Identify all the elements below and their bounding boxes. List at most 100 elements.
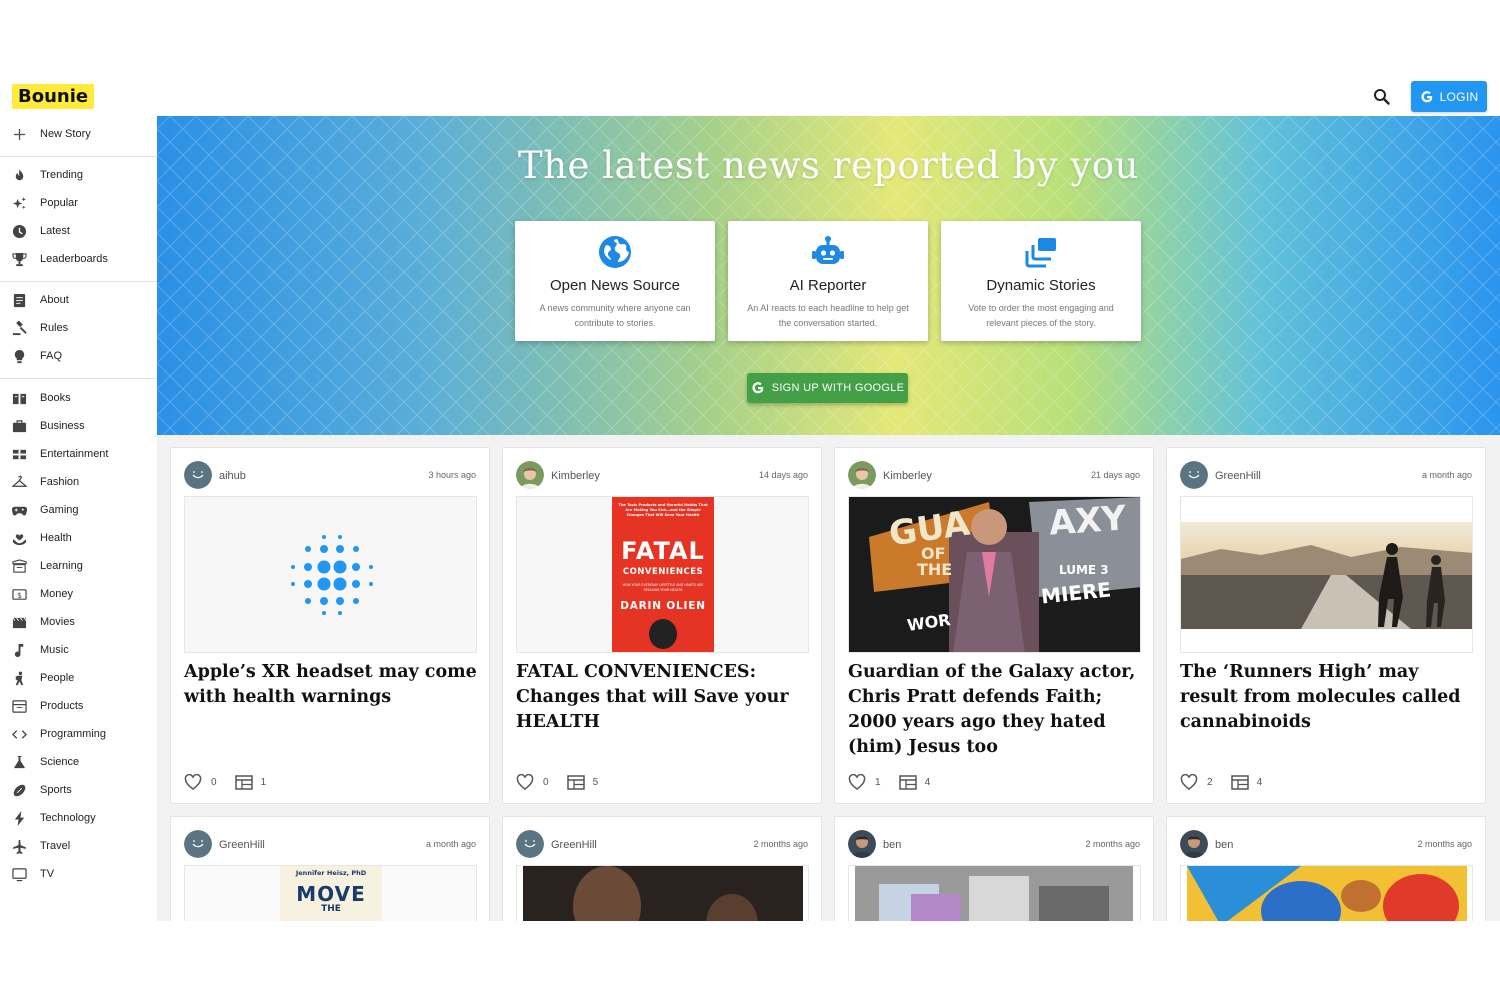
feature-description: Vote to order the most engaging and rele… [968, 303, 1114, 328]
sidebar-item-technology[interactable]: Technology [0, 804, 157, 832]
clock-icon [12, 224, 27, 239]
sidebar-item-people[interactable]: People [0, 664, 157, 692]
avatar[interactable] [1180, 830, 1208, 858]
heart-outline-icon [184, 774, 202, 790]
sidebar-item-entertainment[interactable]: Entertainment [0, 440, 157, 468]
sidebar-item-trending[interactable]: Trending [0, 161, 157, 189]
like-button[interactable]: 1 [848, 774, 881, 790]
sidebar-item-leaderboards[interactable]: Leaderboards [0, 245, 157, 273]
story-image[interactable] [1180, 496, 1473, 653]
author-name[interactable]: ben [1215, 839, 1233, 851]
portrait-photo [523, 866, 803, 921]
sidebar-item-sports[interactable]: Sports [0, 776, 157, 804]
like-button[interactable]: 0 [516, 774, 549, 790]
story-card[interactable]: GreenHill a month ago Jennifer Heisz, Ph… [170, 816, 490, 921]
story-image[interactable]: The Toxic Products and Harmful Habits Th… [516, 496, 809, 653]
sidebar-item-label: TV [40, 868, 55, 880]
story-stats: 1 4 [848, 773, 930, 791]
like-button[interactable]: 2 [1180, 774, 1213, 790]
post-time: 2 months ago [1085, 839, 1140, 849]
book-title-line2: THE [321, 904, 341, 914]
story-count-indicator: 5 [566, 774, 598, 790]
sidebar-item-label: Products [40, 700, 84, 712]
story-card[interactable]: aihub 3 hours ago Apple’s XR headset may… [170, 447, 490, 804]
sidebar-item-about[interactable]: About [0, 286, 157, 314]
story-image[interactable]: GUA AXY OF THE LUME 3 MIERE WOR [848, 496, 1141, 653]
avatar[interactable] [848, 461, 876, 489]
like-button[interactable]: 0 [184, 774, 217, 790]
story-count: 1 [260, 776, 267, 788]
sidebar-item-health[interactable]: Health [0, 524, 157, 552]
sidebar-item-products[interactable]: Products [0, 692, 157, 720]
sidebar-item-latest[interactable]: Latest [0, 217, 157, 245]
trophy-icon [12, 252, 27, 267]
post-time: a month ago [1421, 470, 1472, 480]
sidebar-item-label: Programming [40, 728, 107, 740]
story-title[interactable]: Guardian of the Galaxy actor, Chris Prat… [848, 660, 1143, 760]
sidebar-item-music[interactable]: Music [0, 636, 157, 664]
story-card[interactable]: ben 2 months ago [1166, 816, 1486, 921]
author-name[interactable]: Kimberley [551, 470, 600, 482]
feature-title: Open News Source [549, 277, 681, 294]
author-name[interactable]: GreenHill [219, 839, 265, 851]
story-card[interactable]: Kimberley 21 days ago GUA AXY OF THE LUM… [834, 447, 1154, 804]
sidebar-item-new-story[interactable]: New Story [0, 120, 157, 148]
login-label: LOGIN [1439, 89, 1479, 104]
sidebar-item-science[interactable]: Science [0, 748, 157, 776]
search-icon[interactable] [1370, 85, 1394, 109]
story-image[interactable] [848, 865, 1141, 921]
login-button[interactable]: LOGIN [1411, 81, 1487, 112]
sidebar-item-label: Sports [40, 784, 72, 796]
signup-google-button[interactable]: SIGN UP WITH GOOGLE [747, 373, 908, 403]
story-title[interactable]: Apple’s XR headset may come with health … [184, 660, 479, 710]
story-card[interactable]: ben 2 months ago [834, 816, 1154, 921]
avatar[interactable] [516, 461, 544, 489]
story-image[interactable] [1180, 865, 1473, 921]
sidebar-item-tv[interactable]: TV [0, 860, 157, 888]
story-card[interactable]: Kimberley 14 days ago The Toxic Products… [502, 447, 822, 804]
author-name[interactable]: GreenHill [1215, 470, 1261, 482]
story-card[interactable]: GreenHill 2 months ago [502, 816, 822, 921]
top-bar: Bounie LOGIN [0, 78, 1500, 116]
sidebar-item-money[interactable]: $ Money [0, 580, 157, 608]
story-image[interactable]: Jennifer Heisz, PhD MOVE THE [184, 865, 477, 921]
sidebar-item-travel[interactable]: Travel [0, 832, 157, 860]
avatar[interactable] [848, 830, 876, 858]
story-title[interactable]: FATAL CONVENIENCES: Changes that will Sa… [516, 660, 811, 735]
bounie-logo[interactable]: Bounie [12, 84, 95, 109]
sidebar-item-label: About [40, 294, 69, 306]
sidebar-item-learning[interactable]: Learning [0, 552, 157, 580]
avatar[interactable] [516, 830, 544, 858]
story-card[interactable]: GreenHill a month ago The ‘Runners High’… [1166, 447, 1486, 804]
post-time: 21 days ago [1090, 470, 1140, 480]
app-frame: Bounie LOGIN New Story Trending Popular … [0, 78, 1500, 921]
fire-icon [15, 168, 24, 181]
sidebar-item-popular[interactable]: Popular [0, 189, 157, 217]
story-image[interactable] [184, 496, 477, 653]
sidebar-item-business[interactable]: Business [0, 412, 157, 440]
author-name[interactable]: ben [883, 839, 901, 851]
author-name[interactable]: Kimberley [883, 470, 932, 482]
sidebar-item-fashion[interactable]: Fashion [0, 468, 157, 496]
sidebar-item-label: Entertainment [40, 448, 109, 460]
hanger-icon [12, 475, 27, 487]
story-image[interactable] [516, 865, 809, 921]
feature-card-ai-reporter: AI Reporter An AI reacts to each headlin… [728, 221, 928, 341]
story-title[interactable]: The ‘Runners High’ may result from molec… [1180, 660, 1475, 735]
sidebar-item-rules[interactable]: Rules [0, 314, 157, 342]
avatar[interactable] [1180, 461, 1208, 489]
avatar[interactable] [184, 830, 212, 858]
sidebar-item-faq[interactable]: FAQ [0, 342, 157, 370]
author-name[interactable]: GreenHill [551, 839, 597, 851]
sidebar-item-movies[interactable]: Movies [0, 608, 157, 636]
football-icon [13, 784, 26, 797]
sidebar-item-programming[interactable]: Programming [0, 720, 157, 748]
author-name[interactable]: aihub [219, 470, 246, 482]
sidebar-item-gaming[interactable]: Gaming [0, 496, 157, 524]
hero-banner: The latest news reported by you Open New… [157, 116, 1500, 435]
sidebar-item-books[interactable]: Books [0, 384, 157, 412]
avatar[interactable] [184, 461, 212, 489]
sidebar-item-label: Books [40, 392, 71, 404]
document-icon [13, 293, 26, 308]
book-cover-image: Jennifer Heisz, PhD MOVE THE [280, 866, 382, 921]
